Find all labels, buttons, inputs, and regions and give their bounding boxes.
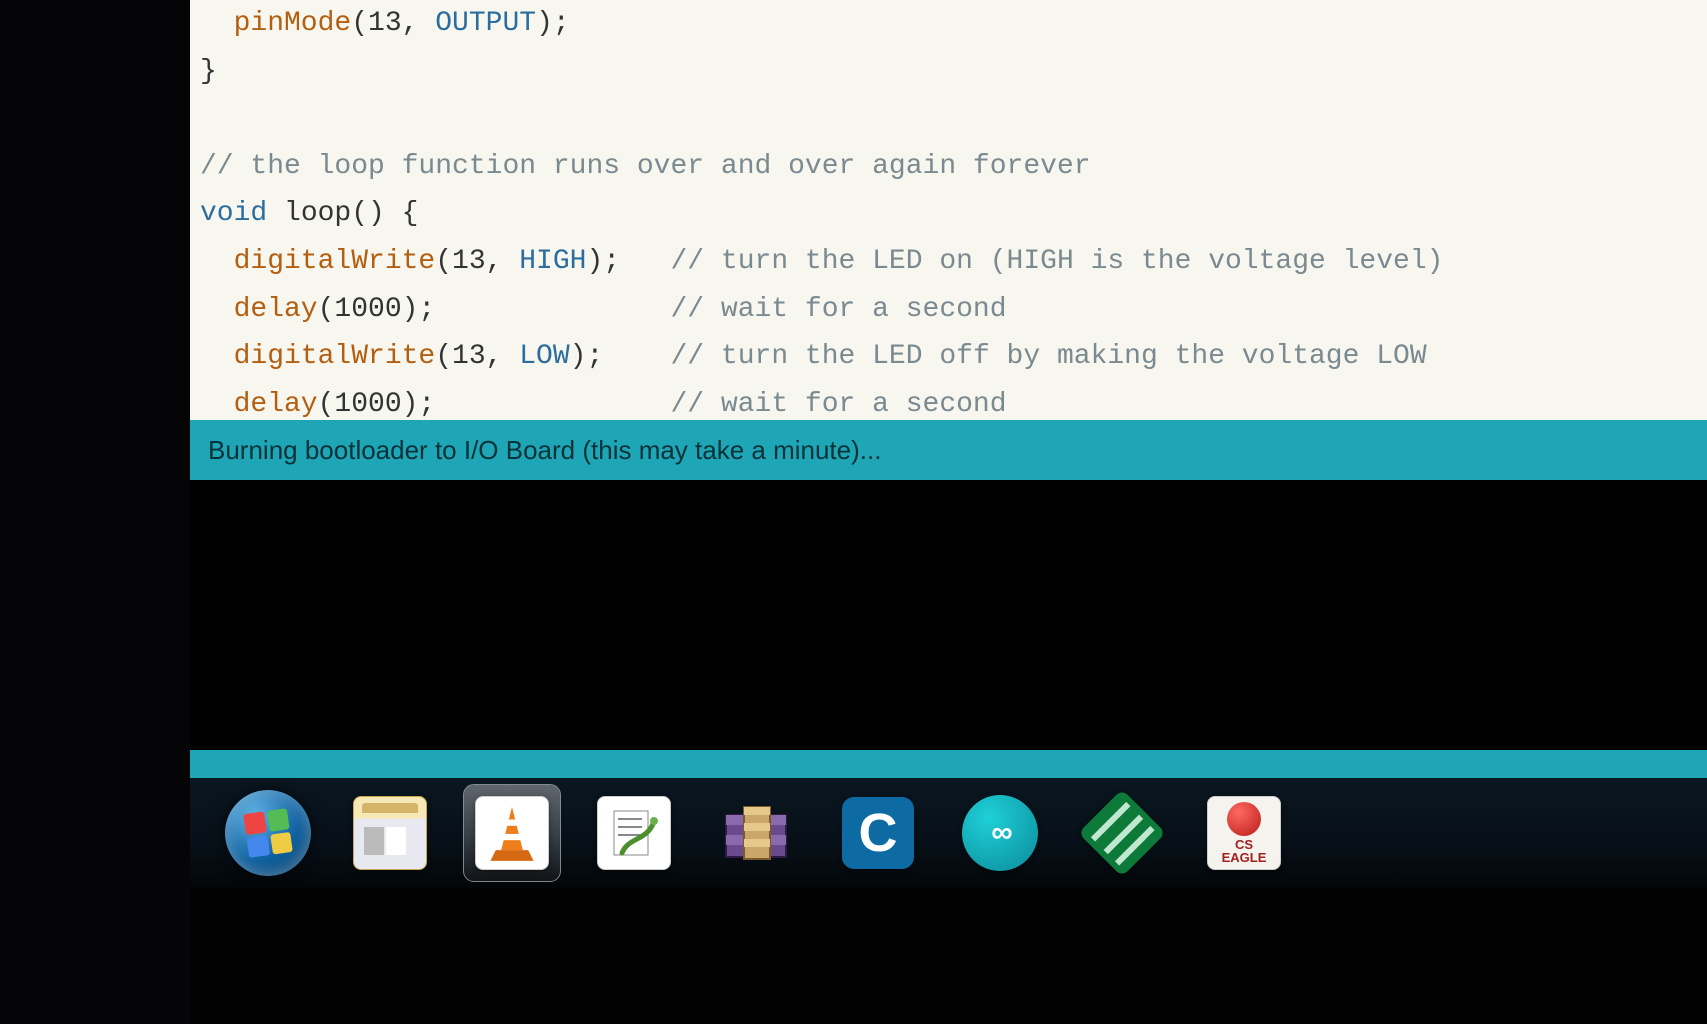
winrar-icon <box>720 797 792 869</box>
code-comment: // the loop function runs over and over … <box>200 151 1091 182</box>
screen-bezel <box>190 888 1707 1024</box>
code-token-func: pinMode <box>234 8 352 39</box>
code-token-const: OUTPUT <box>435 8 536 39</box>
ide-footer-strip <box>190 750 1707 778</box>
code-editor[interactable]: pinMode(13, OUTPUT); } // the loop funct… <box>190 0 1707 420</box>
file-explorer-icon <box>353 796 427 870</box>
taskbar-winrar[interactable] <box>708 785 804 881</box>
windows-taskbar: C ∞ CS EAGLE <box>190 778 1707 888</box>
taskbar-vlc[interactable] <box>464 785 560 881</box>
taskbar-pcb-tool[interactable] <box>1074 785 1170 881</box>
taskbar-arduino[interactable]: ∞ <box>952 785 1048 881</box>
arduino-icon: ∞ <box>962 795 1038 871</box>
ccleaner-icon: C <box>842 797 914 869</box>
taskbar-file-explorer[interactable] <box>342 785 438 881</box>
notepadpp-icon <box>597 796 671 870</box>
taskbar-ccleaner[interactable]: C <box>830 785 926 881</box>
pcb-icon <box>1078 789 1166 877</box>
ide-console[interactable] <box>190 480 1707 750</box>
ide-status-bar: Burning bootloader to I/O Board (this ma… <box>190 420 1707 480</box>
eagle-icon: CS EAGLE <box>1207 796 1281 870</box>
code-token-keyword: void <box>200 198 267 229</box>
start-button[interactable] <box>220 785 316 881</box>
windows-logo-icon <box>225 790 311 876</box>
status-message: Burning bootloader to I/O Board (this ma… <box>208 435 881 466</box>
taskbar-notepadpp[interactable] <box>586 785 682 881</box>
vlc-icon <box>475 796 549 870</box>
taskbar-eagle[interactable]: CS EAGLE <box>1196 785 1292 881</box>
